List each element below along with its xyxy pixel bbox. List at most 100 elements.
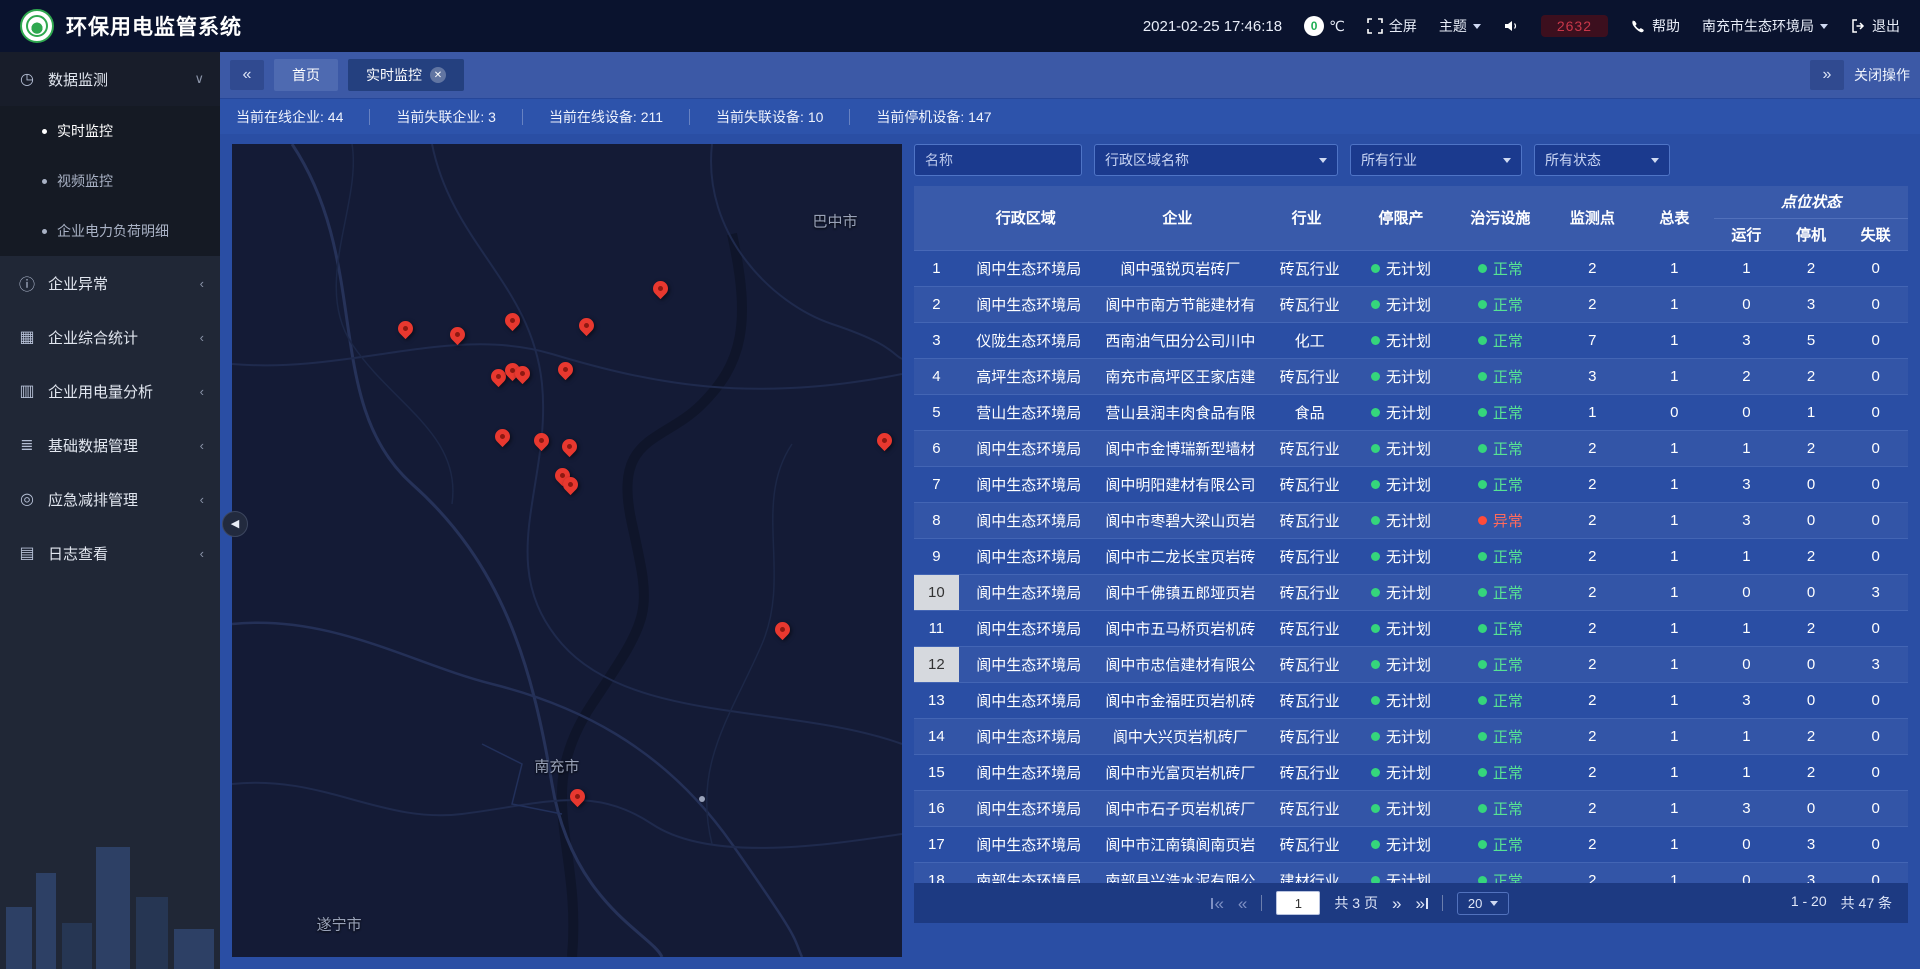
map-pin-icon[interactable] — [775, 622, 791, 638]
table-row[interactable]: 16 阆中生态环境局 阆中市石子页岩机砖厂 砖瓦行业 无计划 正常 2 1 3 … — [914, 790, 1908, 826]
table-row[interactable]: 4 高坪生态环境局 南充市高坪区王家店建 砖瓦行业 无计划 正常 3 1 2 2… — [914, 358, 1908, 394]
table-row[interactable]: 13 阆中生态环境局 阆中市金福旺页岩机砖 砖瓦行业 无计划 正常 2 1 3 … — [914, 682, 1908, 718]
table-row[interactable]: 8 阆中生态环境局 阆中市枣碧大梁山页岩 砖瓦行业 无计划 异常 2 1 3 0… — [914, 502, 1908, 538]
sidebar-group-emergency[interactable]: ◎应急减排管理‹ — [0, 472, 220, 526]
cell-points: 2 — [1550, 538, 1634, 574]
divider — [1261, 895, 1262, 911]
table-row[interactable]: 14 阆中生态环境局 阆中大兴页岩机砖厂 砖瓦行业 无计划 正常 2 1 1 2… — [914, 718, 1908, 754]
table-row[interactable]: 15 阆中生态环境局 阆中市光富页岩机砖厂 砖瓦行业 无计划 正常 2 1 1 … — [914, 754, 1908, 790]
region-filter-select[interactable]: 行政区域名称 — [1094, 144, 1338, 176]
theme-dropdown[interactable]: 主题 — [1439, 16, 1481, 36]
fullscreen-icon — [1367, 18, 1383, 34]
cell-industry: 砖瓦行业 — [1262, 466, 1351, 502]
cell-run: 0 — [1714, 574, 1779, 610]
map-pin-icon[interactable] — [570, 789, 586, 805]
cell-meters: 0 — [1635, 394, 1715, 430]
cell-industry: 砖瓦行业 — [1262, 790, 1351, 826]
sidebar-group-enterprise-alert[interactable]: ⓘ企业异常‹ — [0, 256, 220, 310]
table-row[interactable]: 9 阆中生态环境局 阆中市二龙长宝页岩砖 砖瓦行业 无计划 正常 2 1 1 2… — [914, 538, 1908, 574]
cell-region: 阆中生态环境局 — [959, 790, 1093, 826]
org-dropdown[interactable]: 南充市生态环境局 — [1702, 16, 1828, 36]
page-number-input[interactable] — [1276, 891, 1320, 915]
prev-page-button[interactable]: « — [1238, 895, 1247, 912]
table-row[interactable]: 11 阆中生态环境局 阆中市五马桥页岩机砖 砖瓦行业 无计划 正常 2 1 1 … — [914, 610, 1908, 646]
help-button[interactable]: 帮助 — [1630, 16, 1680, 36]
status-dot-icon — [1478, 876, 1487, 884]
cell-meters: 1 — [1635, 466, 1715, 502]
map-pin-icon[interactable] — [579, 318, 595, 334]
sidebar-item[interactable]: 企业电力负荷明细 — [0, 206, 220, 256]
tab-home[interactable]: 首页 — [274, 59, 338, 91]
tab-realtime-monitor[interactable]: 实时监控 ✕ — [348, 59, 464, 91]
name-filter-input[interactable] — [914, 144, 1082, 176]
tabs-scroll-left-button[interactable]: « — [230, 60, 264, 90]
cell-industry: 砖瓦行业 — [1262, 574, 1351, 610]
map-pin-icon[interactable] — [563, 477, 579, 493]
sidebar-menu: ◷数据监测∨实时监控视频监控企业电力负荷明细ⓘ企业异常‹▦企业综合统计‹▥企业用… — [0, 52, 220, 580]
table-row[interactable]: 3 仪陇生态环境局 西南油气田分公司川中 化工 无计划 正常 7 1 3 5 0 — [914, 322, 1908, 358]
table-row[interactable]: 18 南部生态环境局 南部县兴浩水泥有限公 建材行业 无计划 正常 2 1 0 … — [914, 862, 1908, 883]
cell-stop: 0 — [1779, 790, 1844, 826]
status-dot-icon — [1371, 588, 1380, 597]
table-row[interactable]: 6 阆中生态环境局 阆中市金博瑞新型墙材 砖瓦行业 无计划 正常 2 1 1 2… — [914, 430, 1908, 466]
cell-lost: 0 — [1843, 394, 1908, 430]
last-page-button[interactable]: » — [1415, 895, 1427, 912]
map-pin-icon[interactable] — [877, 433, 893, 449]
alarm-sound-button[interactable] — [1503, 18, 1519, 34]
top-bar: 环保用电监管系统 2021-02-25 17:46:18 0 ℃ 全屏 主题 2… — [0, 0, 1920, 52]
sidebar-group-data-monitor[interactable]: ◷数据监测∨ — [0, 52, 220, 106]
header-limit: 停限产 — [1351, 186, 1450, 250]
cell-stop: 0 — [1779, 466, 1844, 502]
table-row[interactable]: 7 阆中生态环境局 阆中明阳建材有限公司 砖瓦行业 无计划 正常 2 1 3 0… — [914, 466, 1908, 502]
table-row[interactable]: 10 阆中生态环境局 阆中千佛镇五郎垭页岩 砖瓦行业 无计划 正常 2 1 0 … — [914, 574, 1908, 610]
status-dot-icon — [1478, 300, 1487, 309]
page-size-select[interactable]: 20 — [1457, 892, 1509, 915]
total-pages-label: 共 3 页 — [1334, 893, 1378, 913]
cell-run: 3 — [1714, 502, 1779, 538]
map-pin-icon[interactable] — [495, 429, 511, 445]
map-pin-icon[interactable] — [653, 281, 669, 297]
map-city-label: 巴中市 — [812, 211, 857, 232]
close-tab-icon[interactable]: ✕ — [430, 67, 446, 83]
logout-button[interactable]: 退出 — [1850, 16, 1900, 36]
cell-meters: 1 — [1635, 286, 1715, 322]
sidebar-item[interactable]: 实时监控 — [0, 106, 220, 156]
alarm-count-badge[interactable]: 2632 — [1541, 15, 1608, 37]
map-panel[interactable]: 巴中市南充市遂宁市 — [232, 144, 902, 957]
sidebar-group-base-data[interactable]: ≣基础数据管理‹ — [0, 418, 220, 472]
sidebar-group-enterprise-stats[interactable]: ▦企业综合统计‹ — [0, 310, 220, 364]
map-pin-icon[interactable] — [562, 439, 578, 455]
sidebar-collapse-button[interactable]: ◀ — [222, 511, 248, 537]
sidebar-group-power-analysis[interactable]: ▥企业用电量分析‹ — [0, 364, 220, 418]
table-panel: 行政区域名称 所有行业 所有状态 — [914, 144, 1908, 923]
status-dot-icon — [1371, 624, 1380, 633]
status-filter-select[interactable]: 所有状态 — [1534, 144, 1670, 176]
status-dot-icon — [1478, 660, 1487, 669]
table-row[interactable]: 17 阆中生态环境局 阆中市江南镇阆南页岩 砖瓦行业 无计划 正常 2 1 0 … — [914, 826, 1908, 862]
map-pin-icon[interactable] — [558, 362, 574, 378]
next-page-button[interactable]: » — [1392, 895, 1401, 912]
tabs-scroll-right-button[interactable]: » — [1810, 60, 1844, 90]
table-row[interactable]: 2 阆中生态环境局 阆中市南方节能建材有 砖瓦行业 无计划 正常 2 1 0 3… — [914, 286, 1908, 322]
table-row[interactable]: 5 营山生态环境局 营山县润丰肉食品有限 食品 无计划 正常 1 0 0 1 0 — [914, 394, 1908, 430]
industry-filter-select[interactable]: 所有行业 — [1350, 144, 1522, 176]
first-page-button[interactable]: « — [1211, 895, 1223, 912]
sidebar-group-log-view[interactable]: ▤日志查看‹ — [0, 526, 220, 580]
map-pin-icon[interactable] — [450, 327, 466, 343]
table-row[interactable]: 12 阆中生态环境局 阆中市忠信建材有限公 砖瓦行业 无计划 正常 2 1 0 … — [914, 646, 1908, 682]
status-dot-icon — [1371, 804, 1380, 813]
cell-industry: 砖瓦行业 — [1262, 286, 1351, 322]
close-operations-button[interactable]: 关闭操作 — [1854, 65, 1910, 85]
fullscreen-button[interactable]: 全屏 — [1367, 16, 1417, 36]
map-pin-icon[interactable] — [505, 313, 521, 329]
cell-lost: 0 — [1843, 682, 1908, 718]
cell-points: 2 — [1550, 250, 1634, 286]
cell-industry: 砖瓦行业 — [1262, 682, 1351, 718]
cell-industry: 砖瓦行业 — [1262, 610, 1351, 646]
map-pin-icon[interactable] — [515, 366, 531, 382]
map-pin-icon[interactable] — [398, 321, 414, 337]
sidebar-item[interactable]: 视频监控 — [0, 156, 220, 206]
cell-limit: 无计划 — [1351, 322, 1450, 358]
map-pin-icon[interactable] — [534, 433, 550, 449]
table-row[interactable]: 1 阆中生态环境局 阆中强锐页岩砖厂 砖瓦行业 无计划 正常 2 1 1 2 0 — [914, 250, 1908, 286]
